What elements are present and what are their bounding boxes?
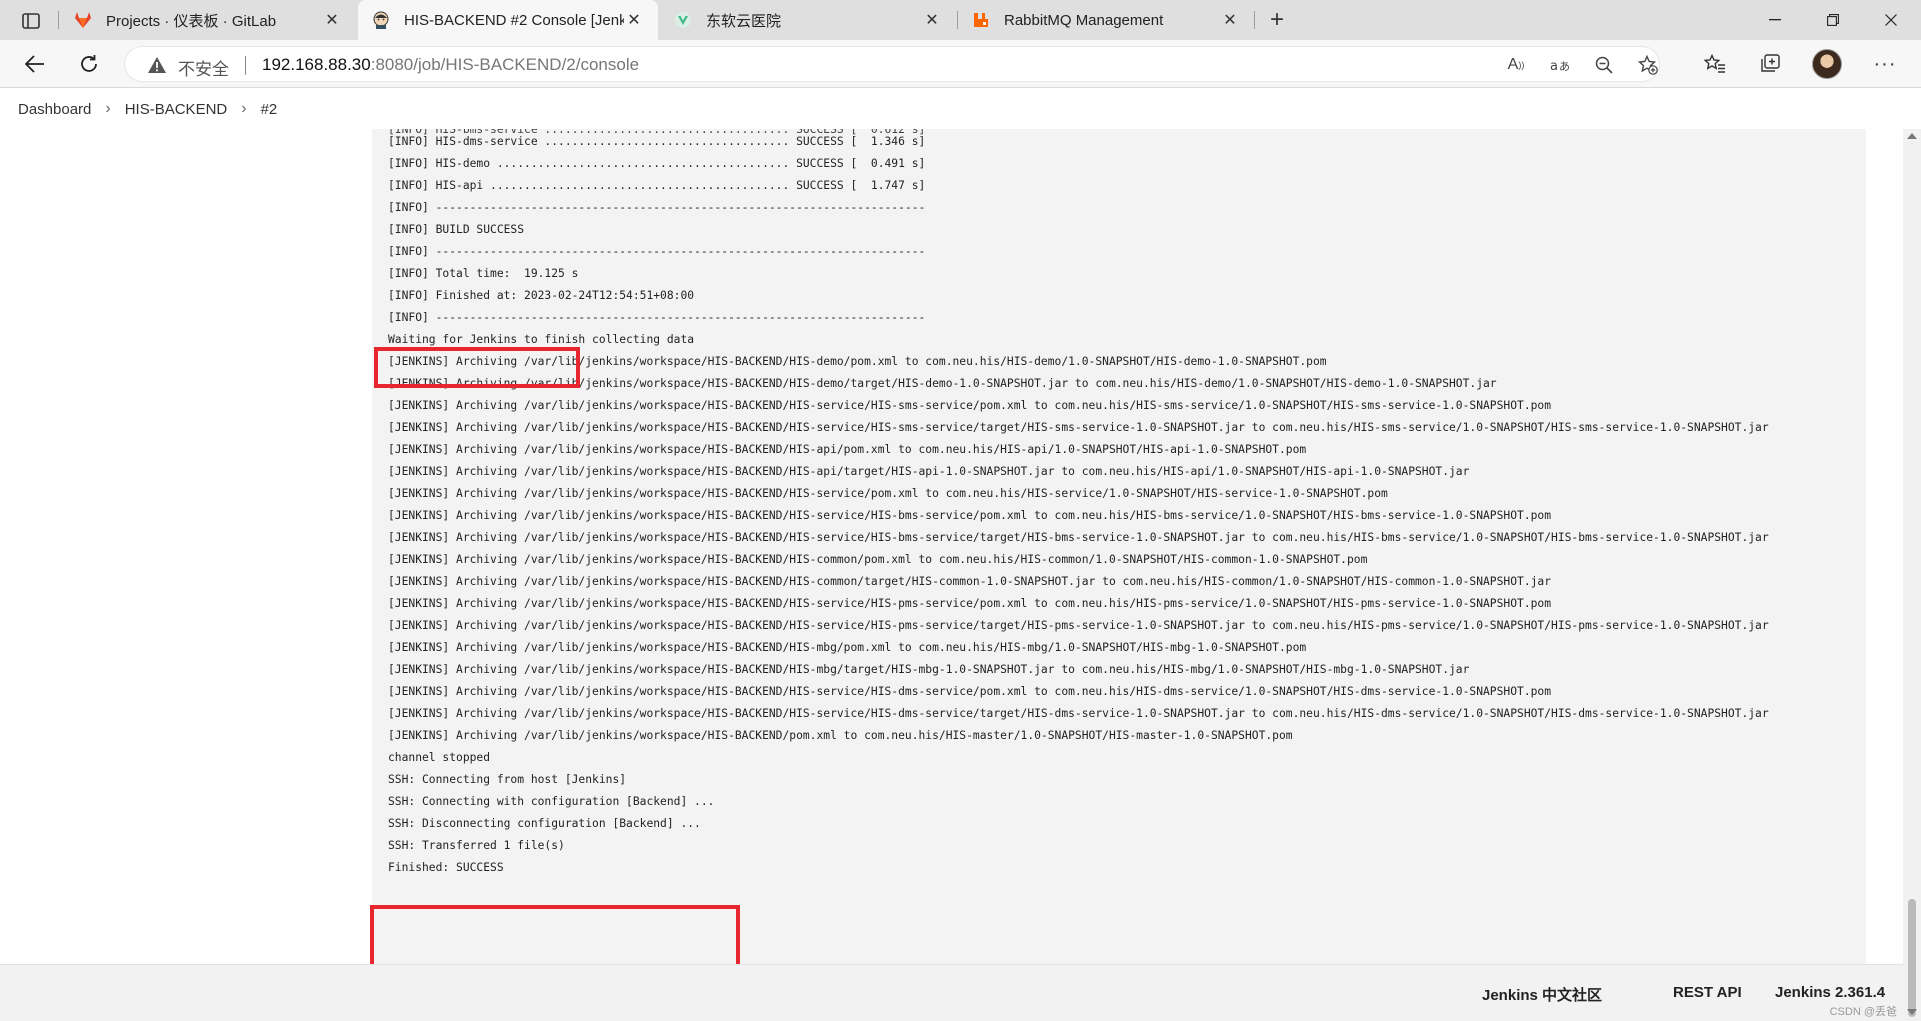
console-line: [JENKINS] Archiving /var/lib/jenkins/wor… xyxy=(388,729,1293,742)
tab-separator xyxy=(58,11,59,29)
rabbitmq-icon xyxy=(972,11,990,29)
collections-icon[interactable] xyxy=(1755,49,1785,79)
console-line: Waiting for Jenkins to finish collecting… xyxy=(388,333,695,346)
close-icon[interactable]: ✕ xyxy=(322,10,342,30)
console-line: [INFO] Finished at: 2023-02-24T12:54:51+… xyxy=(388,289,695,302)
window-close-icon[interactable] xyxy=(1868,0,1914,40)
console-line: SSH: Connecting with configuration [Back… xyxy=(388,795,715,808)
chevron-right-icon: › xyxy=(241,100,247,117)
console-output: [INFO] HIS-bms-service .................… xyxy=(370,129,1866,964)
zoom-out-icon[interactable] xyxy=(1593,55,1615,75)
svg-text:あ: あ xyxy=(1559,60,1570,73)
scroll-down-icon[interactable] xyxy=(1907,1009,1917,1015)
address-divider xyxy=(245,56,246,75)
refresh-icon[interactable] xyxy=(72,47,106,81)
page-scrollbar[interactable] xyxy=(1903,129,1921,1021)
console-line: [JENKINS] Archiving /var/lib/jenkins/wor… xyxy=(388,553,1368,566)
address-bar[interactable]: 不安全 192.168.88.30:8080/job/HIS-BACKEND/2… xyxy=(124,46,1660,82)
url-path: :8080/job/HIS-BACKEND/2/console xyxy=(370,55,640,74)
tab-title: RabbitMQ Management xyxy=(1004,11,1164,29)
browser-tab-strip: Projects · 仪表板 · GitLab ✕ HIS-BACKEND #2… xyxy=(0,0,1921,40)
console-line: [INFO] HIS-api .........................… xyxy=(388,179,926,192)
tab-neusoft-hospital[interactable]: 东软云医院 ✕ xyxy=(660,0,956,40)
breadcrumb-build[interactable]: #2 xyxy=(261,101,278,118)
security-label[interactable]: 不安全 xyxy=(178,55,229,80)
close-icon[interactable]: ✕ xyxy=(1220,10,1240,30)
console-line: [JENKINS] Archiving /var/lib/jenkins/wor… xyxy=(388,443,1307,456)
console-line: SSH: Transferred 1 file(s) xyxy=(388,839,565,852)
translate-icon[interactable]: aあ xyxy=(1549,55,1571,75)
console-line: [INFO] BUILD SUCCESS xyxy=(388,223,525,236)
restore-icon[interactable] xyxy=(1810,0,1856,40)
console-line: [JENKINS] Archiving /var/lib/jenkins/wor… xyxy=(388,685,1552,698)
close-icon[interactable]: ✕ xyxy=(922,10,942,30)
watermark-text: CSDN @丢爸 xyxy=(1829,1006,1897,1018)
profile-avatar[interactable] xyxy=(1812,49,1842,79)
scroll-thumb[interactable] xyxy=(1908,899,1916,1017)
console-line: [INFO] ---------------------------------… xyxy=(388,245,926,258)
console-line: [JENKINS] Archiving /var/lib/jenkins/wor… xyxy=(388,465,1470,478)
console-line: [JENKINS] Archiving /var/lib/jenkins/wor… xyxy=(388,509,1552,522)
footer-version-link[interactable]: Jenkins 2.361.4 xyxy=(1775,984,1885,1001)
console-line: [INFO] HIS-dms-service .................… xyxy=(388,135,926,148)
footer-rest-api-link[interactable]: REST API xyxy=(1673,984,1742,1001)
console-line: SSH: Disconnecting configuration [Backen… xyxy=(388,817,701,830)
more-options-icon[interactable]: ··· xyxy=(1870,49,1900,79)
favorites-icon[interactable] xyxy=(1700,49,1730,79)
highlight-ssh-transfer xyxy=(370,905,740,964)
tab-actions-icon[interactable] xyxy=(14,8,48,34)
gitlab-icon xyxy=(74,11,92,29)
console-line: [INFO] ---------------------------------… xyxy=(388,201,926,214)
console-line: [JENKINS] Archiving /var/lib/jenkins/wor… xyxy=(388,707,1769,720)
breadcrumb-job[interactable]: HIS-BACKEND xyxy=(125,101,228,118)
vue-icon xyxy=(674,11,692,29)
breadcrumb-dashboard[interactable]: Dashboard xyxy=(18,101,91,118)
close-icon[interactable]: ✕ xyxy=(624,10,644,30)
add-favorite-icon[interactable] xyxy=(1637,55,1659,75)
jenkins-icon xyxy=(372,11,390,29)
page-footer: Jenkins 中文社区 REST API Jenkins 2.361.4 CS… xyxy=(0,964,1903,1021)
console-line: [JENKINS] Archiving /var/lib/jenkins/wor… xyxy=(388,377,1497,390)
footer-community-link[interactable]: Jenkins 中文社区 xyxy=(1482,984,1602,1005)
console-line: [JENKINS] Archiving /var/lib/jenkins/wor… xyxy=(388,575,1552,588)
minimize-icon[interactable] xyxy=(1752,0,1798,40)
main-content: [INFO] HIS-bms-service .................… xyxy=(0,129,1903,964)
console-line: [JENKINS] Archiving /var/lib/jenkins/wor… xyxy=(388,663,1470,676)
console-line: Finished: SUCCESS xyxy=(388,861,504,874)
browser-toolbar: 不安全 192.168.88.30:8080/job/HIS-BACKEND/2… xyxy=(0,40,1921,88)
console-line: SSH: Connecting from host [Jenkins] xyxy=(388,773,627,786)
read-aloud-icon[interactable]: A)) xyxy=(1505,55,1527,75)
console-line: [JENKINS] Archiving /var/lib/jenkins/wor… xyxy=(388,487,1388,500)
tab-rabbitmq[interactable]: RabbitMQ Management ✕ xyxy=(958,0,1254,40)
console-line: [JENKINS] Archiving /var/lib/jenkins/wor… xyxy=(388,355,1327,368)
chevron-right-icon: › xyxy=(105,100,111,117)
console-lines: [INFO] HIS-dms-service .................… xyxy=(388,131,1769,879)
tab-title: 东软云医院 xyxy=(706,12,782,30)
console-line: [INFO] Total time: 19.125 s xyxy=(388,267,579,280)
url-host: 192.168.88.30 xyxy=(262,55,371,74)
warning-icon[interactable] xyxy=(147,56,167,79)
new-tab-button[interactable]: + xyxy=(1262,6,1292,34)
console-line: [JENKINS] Archiving /var/lib/jenkins/wor… xyxy=(388,399,1552,412)
breadcrumb: Dashboard › HIS-BACKEND › #2 xyxy=(0,89,1903,129)
console-line: [JENKINS] Archiving /var/lib/jenkins/wor… xyxy=(388,597,1552,610)
console-line: [INFO] ---------------------------------… xyxy=(388,311,926,324)
url-text[interactable]: 192.168.88.30:8080/job/HIS-BACKEND/2/con… xyxy=(262,55,639,75)
tab-title: HIS-BACKEND #2 Console [Jenkins] xyxy=(404,11,624,29)
console-line: channel stopped xyxy=(388,751,491,764)
tab-title: Projects · 仪表板 · GitLab xyxy=(106,12,277,30)
console-line: [JENKINS] Archiving /var/lib/jenkins/wor… xyxy=(388,421,1769,434)
highlight-build-success xyxy=(374,347,580,388)
console-line: [JENKINS] Archiving /var/lib/jenkins/wor… xyxy=(388,641,1307,654)
tab-jenkins-console[interactable]: HIS-BACKEND #2 Console [Jenkins] ✕ xyxy=(358,0,658,40)
back-icon[interactable] xyxy=(18,47,52,81)
tab-separator xyxy=(1254,11,1255,29)
console-line: [INFO] HIS-demo ........................… xyxy=(388,157,926,170)
console-line: [JENKINS] Archiving /var/lib/jenkins/wor… xyxy=(388,619,1769,632)
tab-gitlab[interactable]: Projects · 仪表板 · GitLab ✕ xyxy=(60,0,356,40)
scroll-up-icon[interactable] xyxy=(1907,133,1917,139)
console-line: [JENKINS] Archiving /var/lib/jenkins/wor… xyxy=(388,531,1769,544)
svg-text:a: a xyxy=(1550,59,1558,73)
